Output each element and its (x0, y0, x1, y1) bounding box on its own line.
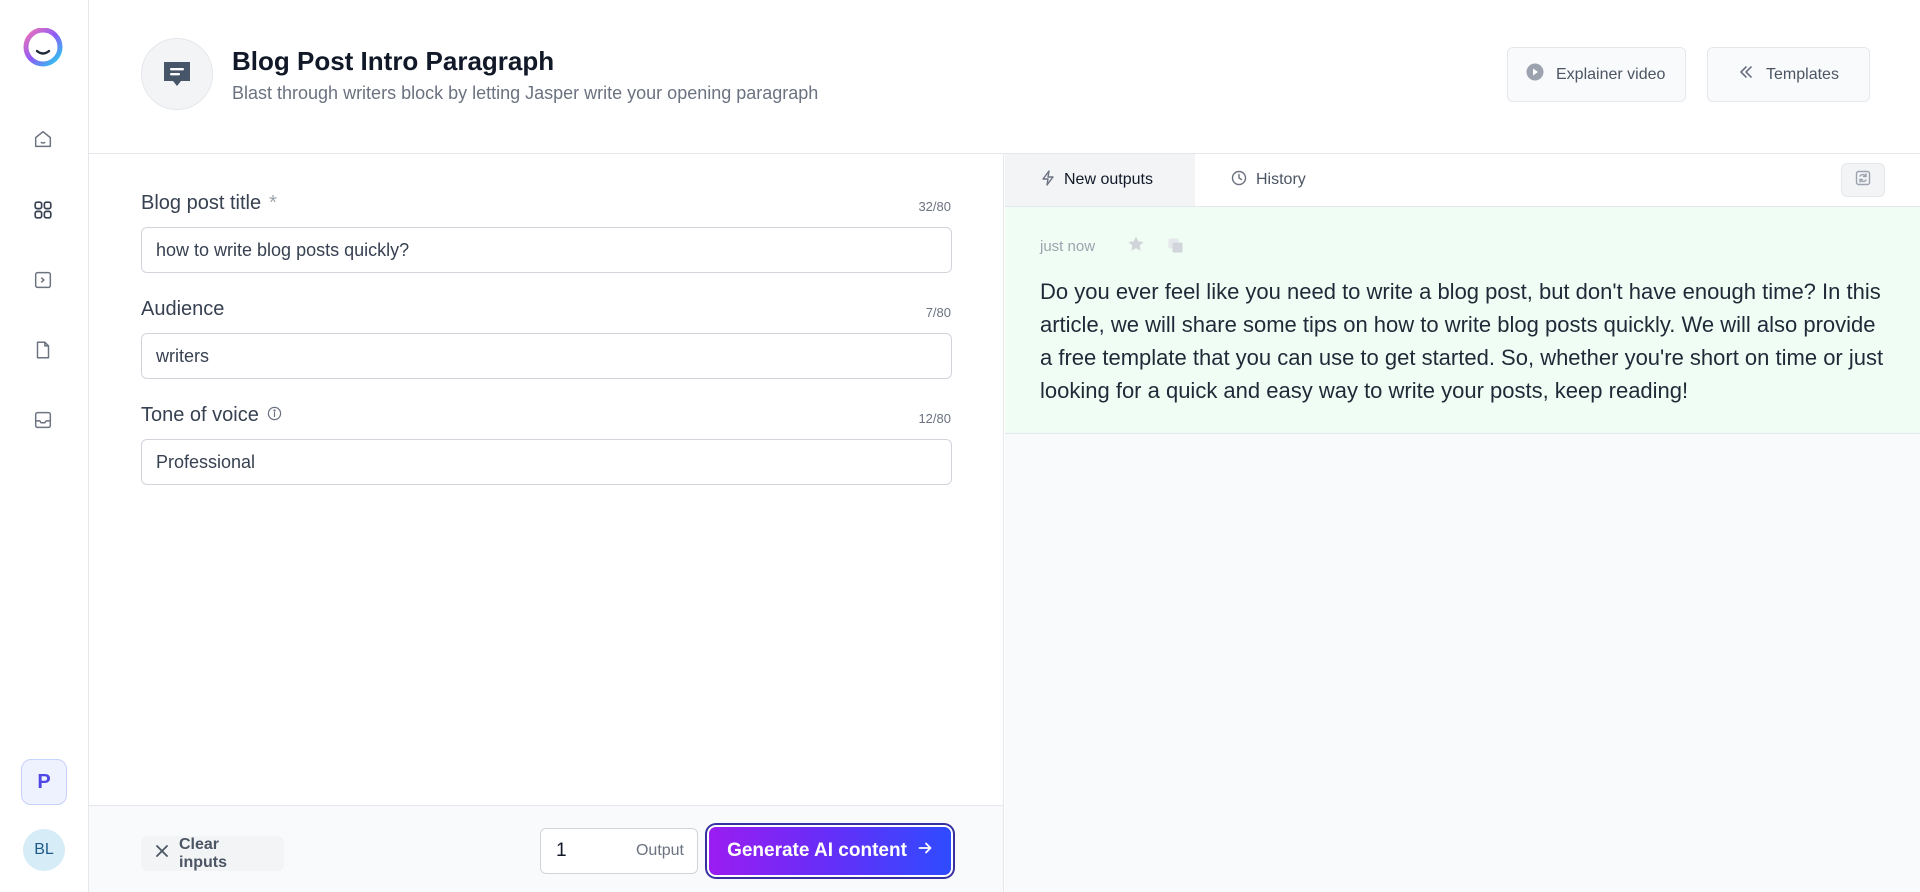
terminal-icon[interactable] (30, 267, 56, 293)
audience-label: Audience (141, 298, 224, 321)
workspace-avatar[interactable]: P (21, 759, 67, 805)
required-marker: * (269, 192, 277, 214)
home-icon[interactable] (30, 126, 56, 152)
tab-new-outputs-label: New outputs (1064, 171, 1153, 188)
refresh-icon (1855, 170, 1871, 191)
input-form-panel: Blog post title * 32/80 how to write blo… (89, 154, 1004, 892)
inbox-icon[interactable] (30, 407, 56, 433)
explainer-video-label: Explainer video (1556, 65, 1666, 83)
refresh-button[interactable] (1841, 163, 1885, 197)
templates-label: Templates (1766, 65, 1839, 83)
user-avatar[interactable]: BL (23, 829, 65, 871)
clear-inputs-label: Clear inputs (179, 835, 227, 871)
tone-of-voice-label-text: Tone of voice (141, 404, 259, 426)
audience-counter: 7/80 (925, 305, 951, 320)
star-icon[interactable] (1127, 235, 1145, 258)
generate-ai-content-button[interactable]: Generate AI content (709, 827, 951, 875)
play-circle-icon (1526, 63, 1544, 86)
clear-inputs-button[interactable]: Clear inputs (141, 836, 284, 871)
form-footer: Clear inputs 1 Output Generate AI conten… (89, 805, 1003, 892)
page-title: Blog Post Intro Paragraph (232, 46, 555, 76)
blog-post-title-label-text: Blog post title (141, 192, 262, 214)
tone-of-voice-counter: 12/80 (918, 411, 951, 426)
audience-input[interactable]: writers (141, 333, 952, 379)
blog-post-title-input[interactable]: how to write blog posts quickly? (141, 227, 952, 273)
clock-icon (1231, 170, 1247, 191)
explainer-video-button[interactable]: Explainer video (1507, 47, 1686, 102)
page-subtitle: Blast through writers block by letting J… (232, 83, 819, 103)
lightning-icon (1041, 169, 1055, 191)
tone-of-voice-label: Tone of voice (141, 404, 282, 427)
page-header: Blog Post Intro Paragraph Blast through … (89, 0, 1920, 154)
tone-of-voice-input[interactable]: Professional (141, 439, 952, 485)
jasper-logo[interactable] (21, 27, 65, 68)
output-result-card: just now Do you ever feel like you need … (1005, 207, 1920, 434)
output-count-value: 1 (556, 840, 567, 861)
output-count-stepper[interactable]: 1 Output (540, 828, 698, 874)
tab-new-outputs[interactable]: New outputs (1005, 154, 1195, 206)
blog-post-title-counter: 32/80 (918, 199, 951, 214)
chat-template-icon (141, 38, 213, 110)
generate-label: Generate AI content (727, 840, 907, 861)
sidebar: P BL (0, 0, 89, 892)
copy-icon[interactable] (1167, 237, 1184, 259)
document-icon[interactable] (30, 337, 56, 363)
output-count-label: Output (635, 842, 684, 859)
output-panel: New outputs History just now Do you ever… (1005, 154, 1920, 892)
templates-button[interactable]: Templates (1707, 47, 1870, 102)
tab-history-label: History (1256, 171, 1306, 188)
output-tabs: New outputs History (1005, 154, 1920, 207)
result-text: Do you ever feel like you need to write … (1040, 279, 1884, 403)
close-icon (155, 844, 169, 863)
chevrons-left-icon (1738, 64, 1754, 85)
templates-grid-icon[interactable] (30, 197, 56, 223)
info-icon[interactable] (267, 404, 282, 427)
arrow-right-icon (917, 840, 933, 862)
result-timestamp: just now (1040, 238, 1096, 255)
audience-label-text: Audience (141, 298, 225, 320)
blog-post-title-label: Blog post title * (141, 192, 277, 215)
tab-history[interactable]: History (1231, 154, 1306, 206)
